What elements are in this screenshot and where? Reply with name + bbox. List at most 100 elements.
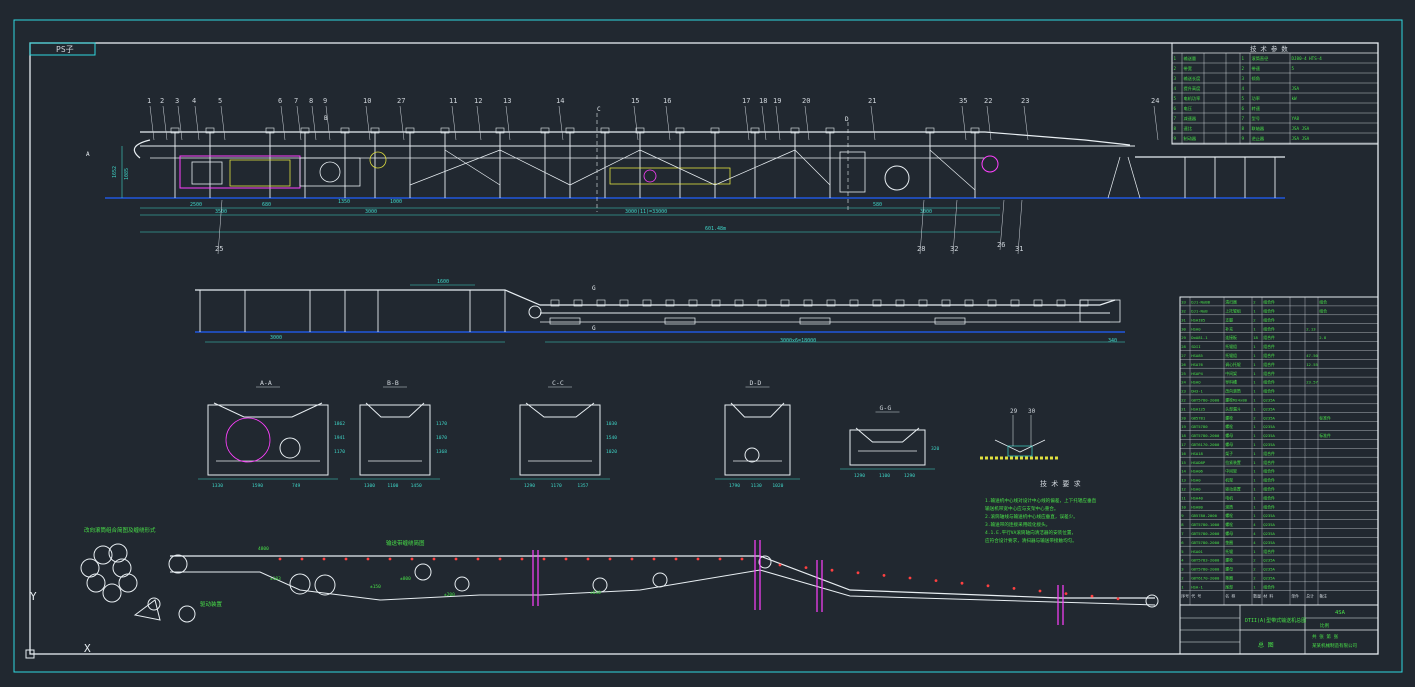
path-idler-dot [778, 563, 782, 567]
balloon-label: 15 [631, 97, 639, 105]
path-pulley [454, 576, 470, 592]
path-dim-1: 4800 [258, 546, 269, 552]
tech-table-frame [1171, 42, 1379, 145]
lower-elevation: 1600 3000 3000x6=18000 340 G G [195, 279, 1125, 344]
bill-of-materials: 33 DJ1-NoBB 清扫器 2 组合件 组合32 DJ1-NoB 上托辊组 1 组合件 组合31… [1179, 296, 1379, 606]
path-idler-dot [344, 557, 348, 561]
path-pulley [652, 572, 668, 588]
bom-cell: HSA85 [1191, 353, 1203, 358]
path-pulley [289, 573, 311, 595]
tech-cell: DJ80-4 HTS-4 [1292, 56, 1323, 61]
balloon-label: 12 [474, 97, 482, 105]
tech-cell: 7 [1174, 116, 1177, 121]
section-dim: 1100 [387, 483, 398, 489]
bom-cell: HSAP4 [1191, 371, 1203, 376]
lower-rail [195, 289, 1116, 306]
sheet-count: 共 张 第 张 [1312, 633, 1339, 640]
balloon-leader [744, 105, 750, 141]
path-idler-dot [718, 557, 722, 561]
bom-cell: 连接板 [1225, 335, 1237, 340]
balloon-leader [162, 105, 168, 141]
bom-cell: GBT5780-2000 [1191, 567, 1220, 572]
bom-cell: 1 [1253, 442, 1256, 447]
bom-cell: HSA0 [1191, 478, 1201, 483]
section-a-drive [225, 417, 271, 463]
bom-cell: 拉紧装置 [1225, 460, 1241, 465]
bom-cell: 标准件 [1319, 415, 1331, 420]
path-idler-dot [1038, 589, 1042, 593]
bom-cell: GBT5780-2000 [1191, 540, 1220, 545]
bom-cell: Q235A [1263, 406, 1275, 411]
section-outline [519, 404, 601, 476]
tech-cell: 提升高度 [1184, 85, 1202, 92]
bom-cell: 1 [1253, 513, 1256, 518]
bom-cell: 1 [1253, 389, 1256, 394]
section-title: G-G [880, 404, 892, 412]
section-mark-d: D [845, 116, 849, 123]
bom-cell: 2.8 [1319, 335, 1327, 340]
bom-cell: 12 [1181, 487, 1186, 492]
bom-cell: 1 [1253, 478, 1256, 483]
bom-cell: 15 [1181, 460, 1186, 465]
plan-dim-9: 3000 [920, 209, 932, 215]
bom-cell: 23.57 [1306, 380, 1318, 385]
section-outline [724, 404, 791, 476]
plan-dim-3: 680 [262, 202, 271, 208]
tech-cell: 4 [1174, 86, 1177, 91]
tech-cell: 2 [1174, 66, 1177, 71]
balloon-leader [311, 105, 317, 141]
section-dim: 1100 [879, 473, 890, 479]
bom-cell: 1 [1253, 362, 1256, 367]
return-idler [934, 317, 966, 325]
path-idler-dot [564, 557, 568, 561]
bom-cell: HSAI85 [1191, 317, 1206, 322]
take-up-pulley [643, 169, 657, 183]
tech-cell: 8 [1174, 126, 1177, 131]
path-idler-dot [608, 557, 612, 561]
bend-pulley [369, 151, 387, 169]
path-idler-dot [934, 579, 938, 582]
balloon-leader [194, 105, 200, 141]
balloon-label: 10 [363, 97, 371, 105]
bom-cell: Q235A [1263, 415, 1275, 420]
bom-cell: 2 [1253, 576, 1256, 581]
path-idler-dot [908, 576, 912, 580]
path-idler-dot [278, 557, 282, 561]
tech-cell: JSA JSA [1292, 136, 1310, 141]
bom-cell: 中间架 [1225, 469, 1237, 474]
bom-cell: 滚筒 [1225, 504, 1233, 509]
note-line-2: 输送机带宽中心应与支架中心重合。 [985, 505, 1059, 512]
bom-cell: 组合件 [1263, 380, 1275, 385]
lower-idlers [549, 299, 1089, 325]
tail-drum [168, 554, 188, 574]
section-mark-a: A [86, 151, 90, 158]
balloon-label: 4 [192, 97, 196, 105]
cad-drawing-canvas[interactable]: PS子 2500 680 1350 1000 3000 3000(11)=330… [0, 0, 1415, 687]
bom-cell: 28 [1181, 344, 1186, 349]
bom-cell: 导料槽 [1225, 380, 1237, 385]
balloon-leader [149, 105, 155, 141]
bom-cell: 1 [1253, 549, 1256, 554]
tech-cell: 4 [1242, 86, 1245, 91]
section-dim: 320 [931, 446, 940, 452]
bom-cell: 21 [1181, 406, 1186, 411]
balloon-leader [177, 105, 183, 141]
bom-cell: 标准件 [1319, 433, 1331, 438]
truss-diagonal [444, 149, 501, 186]
bom-header-cell: 数量 [1253, 593, 1261, 598]
balloon-leader [1153, 105, 1159, 141]
bom-cell: DoA81-1 [1191, 335, 1208, 340]
bom-header-cell: 代 号 [1191, 593, 1201, 598]
bom-cell: 组合件 [1263, 317, 1275, 322]
tech-cell: 功率 [1252, 95, 1260, 102]
tech-cell: 电压 [1184, 105, 1192, 112]
section-mark-c: C [597, 106, 601, 113]
section-outline [849, 429, 926, 466]
bom-cell: 14 [1181, 469, 1186, 474]
section-dim: 1030 [606, 421, 617, 427]
bom-cell: 1 [1253, 406, 1256, 411]
path-idler-dot [856, 571, 860, 575]
tech-cell: 带宽 [1184, 65, 1193, 72]
path-idler-dot [410, 557, 414, 561]
bom-cell: GBT5783-2000 [1191, 558, 1220, 563]
